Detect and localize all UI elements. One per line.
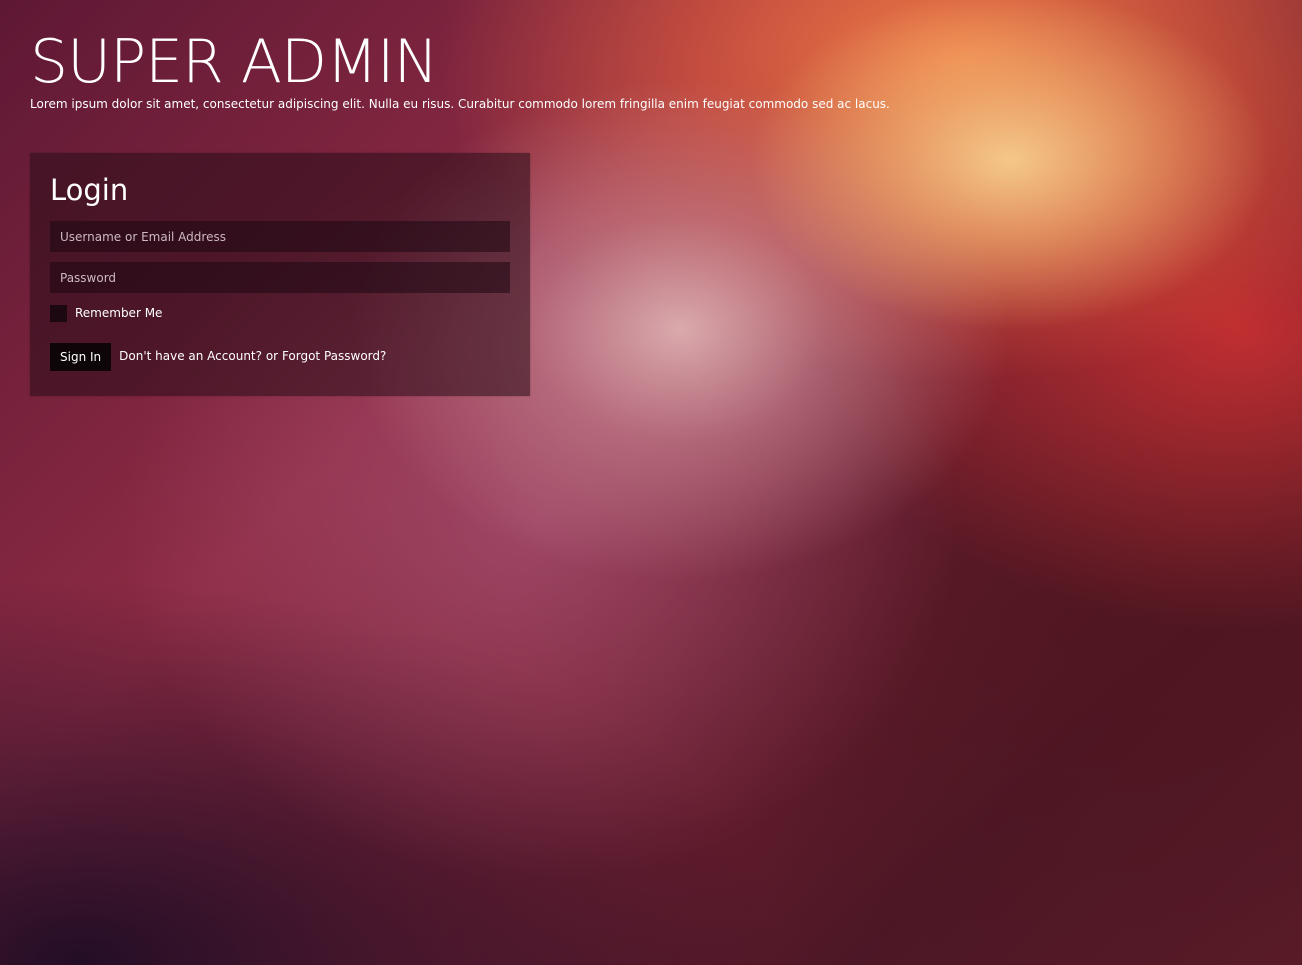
sign-in-button[interactable]: Sign In bbox=[50, 343, 112, 371]
remember-me-label[interactable]: Remember Me bbox=[75, 306, 162, 320]
forgot-password-link[interactable]: Forgot Password? bbox=[282, 349, 386, 363]
page-title: SUPER ADMIN bbox=[30, 27, 438, 97]
page-header: SUPER ADMIN Lorem ipsum dolor sit amet, … bbox=[30, 28, 1270, 112]
login-actions: Sign In Don't have an Account? or Forgot… bbox=[50, 343, 510, 371]
login-panel: Login Remember Me Sign In Don't have an … bbox=[30, 153, 530, 396]
or-text: or bbox=[265, 349, 279, 363]
account-links: Don't have an Account? or Forgot Passwor… bbox=[119, 349, 386, 363]
login-heading: Login bbox=[50, 173, 129, 207]
background-wallpaper bbox=[0, 0, 1302, 965]
remember-me-checkbox[interactable] bbox=[50, 304, 67, 322]
remember-me-row: Remember Me bbox=[50, 304, 510, 322]
no-account-link[interactable]: Don't have an Account? bbox=[119, 349, 262, 363]
password-input[interactable] bbox=[50, 262, 510, 293]
username-input[interactable] bbox=[50, 221, 510, 252]
page-subtitle: Lorem ipsum dolor sit amet, consectetur … bbox=[30, 97, 890, 111]
